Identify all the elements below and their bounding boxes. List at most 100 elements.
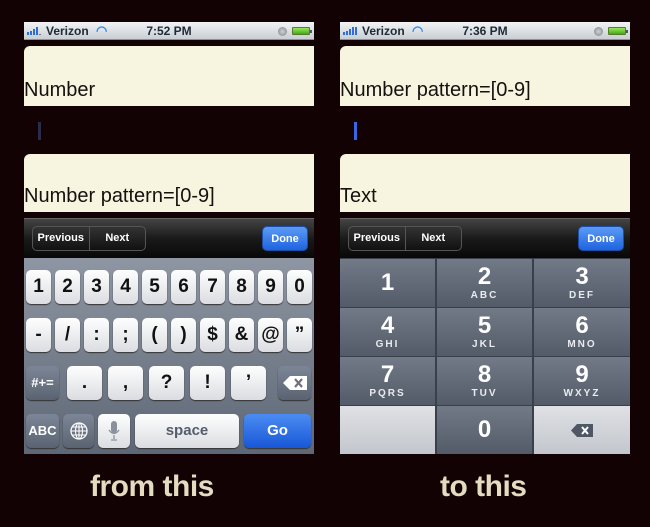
- key-symbol[interactable]: $: [200, 318, 225, 352]
- key-symbol[interactable]: &: [229, 318, 254, 352]
- globe-icon: [69, 422, 88, 440]
- keypad-key-1[interactable]: 1: [340, 259, 435, 307]
- text-cursor[interactable]: [354, 122, 357, 140]
- abc-key[interactable]: ABC: [26, 414, 59, 448]
- microphone-icon: [108, 421, 120, 441]
- key-punctuation[interactable]: ,: [108, 366, 143, 400]
- key-5[interactable]: 6: [171, 270, 196, 304]
- keypad-letters: MNO: [567, 339, 597, 350]
- keypad-digit: 5: [477, 312, 492, 339]
- keypad-digit: 7: [380, 361, 395, 388]
- symbol-keyboard: 1234567890 - /:;() $ & @” #+= .,?!’ ABC spac…: [24, 258, 314, 454]
- backspace-icon: [282, 376, 307, 390]
- key-symbol[interactable]: @: [258, 318, 283, 352]
- key-punctuation[interactable]: ?: [149, 366, 184, 400]
- keypad-digit: 2: [477, 263, 492, 290]
- delete-key[interactable]: [278, 366, 311, 400]
- phone-screen-before: Verizon ◠ 7:52 PM Number Number pattern=…: [24, 22, 314, 454]
- keypad-key-7[interactable]: 7 PQRS: [340, 357, 435, 405]
- next-button[interactable]: Next: [406, 227, 462, 250]
- keypad-digit: 6: [575, 312, 589, 339]
- globe-key[interactable]: [63, 414, 94, 448]
- web-content: Number pattern=[0-9] Text: [340, 40, 630, 218]
- keypad-digit: 3: [575, 263, 589, 290]
- keypad-letters: PQRS: [369, 388, 406, 399]
- key-symbol[interactable]: ;: [113, 318, 138, 352]
- key-4[interactable]: 5: [142, 270, 167, 304]
- key-punctuation[interactable]: .: [67, 366, 102, 400]
- key-symbol[interactable]: ”: [287, 318, 312, 352]
- prev-next-control: Previous Next: [32, 226, 146, 251]
- form-assistant-toolbar: Previous Next Done: [340, 218, 630, 258]
- keypad-key-9[interactable]: 9 WXYZ: [534, 357, 630, 405]
- done-button[interactable]: Done: [578, 226, 624, 251]
- keypad-digit: 8: [477, 361, 492, 388]
- key-symbol[interactable]: -: [26, 318, 51, 352]
- key-punctuation[interactable]: !: [190, 366, 225, 400]
- key-2[interactable]: 3: [84, 270, 109, 304]
- key-symbol[interactable]: ): [171, 318, 196, 352]
- keypad-key-2[interactable]: 2 ABC: [437, 259, 532, 307]
- field-label-area: Number pattern=[0-9]: [24, 154, 314, 212]
- keypad-letters: DEF: [569, 290, 595, 301]
- field-label: Number pattern=[0-9]: [340, 79, 531, 101]
- caption-before: from this: [90, 470, 214, 503]
- field-label-area: Number: [24, 46, 314, 106]
- keypad-letters: GHI: [375, 339, 400, 350]
- done-button[interactable]: Done: [262, 226, 308, 251]
- key-6[interactable]: 7: [200, 270, 225, 304]
- previous-button[interactable]: Previous: [349, 227, 406, 250]
- key-9[interactable]: 0: [287, 270, 312, 304]
- field-label: Text: [340, 185, 377, 207]
- more-symbols-key[interactable]: #+=: [26, 366, 59, 400]
- delete-key[interactable]: [534, 406, 630, 454]
- key-symbol[interactable]: :: [84, 318, 109, 352]
- status-time: 7:52 PM: [146, 24, 192, 38]
- dictation-key[interactable]: [98, 414, 130, 448]
- key-1[interactable]: 2: [55, 270, 80, 304]
- field-label-area: Number pattern=[0-9]: [340, 46, 630, 106]
- numeric-keypad: 1 2 ABC 3 DEF 4 GHI 5 JKL 6 MNO 7 PQRS 8 TUV 9 WXYZ 0: [340, 258, 630, 454]
- key-0[interactable]: 1: [26, 270, 51, 304]
- prev-next-control: Previous Next: [348, 226, 462, 251]
- key-punctuation[interactable]: ’: [231, 366, 266, 400]
- keypad-blank: [340, 406, 435, 454]
- web-content: Number Number pattern=[0-9]: [24, 40, 314, 218]
- keypad-digit: 9: [575, 361, 589, 388]
- keypad-letters: WXYZ: [563, 388, 601, 399]
- field-label: Number: [24, 79, 96, 101]
- status-time: 7:36 PM: [462, 24, 508, 38]
- key-7[interactable]: 8: [229, 270, 254, 304]
- field-label-area: Text: [340, 154, 630, 212]
- go-key[interactable]: Go: [244, 414, 311, 448]
- keypad-key-5[interactable]: 5 JKL: [437, 308, 532, 356]
- keypad-digit: 0: [477, 416, 492, 443]
- key-8[interactable]: 9: [258, 270, 283, 304]
- key-symbol[interactable]: (: [142, 318, 167, 352]
- keypad-letters: JKL: [472, 339, 497, 350]
- status-bar: Verizon ◠ 7:52 PM: [24, 22, 314, 40]
- status-bar: Verizon ◠ 7:36 PM: [340, 22, 630, 40]
- keypad-key-0[interactable]: 0: [437, 406, 532, 454]
- caption-after: to this: [440, 470, 527, 503]
- key-3[interactable]: 4: [113, 270, 138, 304]
- form-assistant-toolbar: Previous Next Done: [24, 218, 314, 258]
- previous-button[interactable]: Previous: [33, 227, 90, 250]
- key-symbol[interactable]: /: [55, 318, 80, 352]
- battery-icon: [608, 27, 628, 35]
- next-button[interactable]: Next: [90, 227, 146, 250]
- space-key[interactable]: space: [135, 414, 239, 448]
- keypad-digit: 1: [380, 269, 395, 296]
- keypad-key-8[interactable]: 8 TUV: [437, 357, 532, 405]
- field-label: Number pattern=[0-9]: [24, 185, 215, 207]
- keypad-key-4[interactable]: 4 GHI: [340, 308, 435, 356]
- keypad-digit: 4: [380, 312, 395, 339]
- keypad-letters: ABC: [470, 290, 499, 301]
- keypad-letters: TUV: [471, 388, 498, 399]
- backspace-icon: [571, 424, 593, 437]
- phone-screen-after: Verizon ◠ 7:36 PM Number pattern=[0-9] T…: [340, 22, 630, 454]
- orientation-lock-icon: [594, 27, 603, 36]
- text-cursor[interactable]: [38, 122, 41, 140]
- keypad-key-6[interactable]: 6 MNO: [534, 308, 630, 356]
- keypad-key-3[interactable]: 3 DEF: [534, 259, 630, 307]
